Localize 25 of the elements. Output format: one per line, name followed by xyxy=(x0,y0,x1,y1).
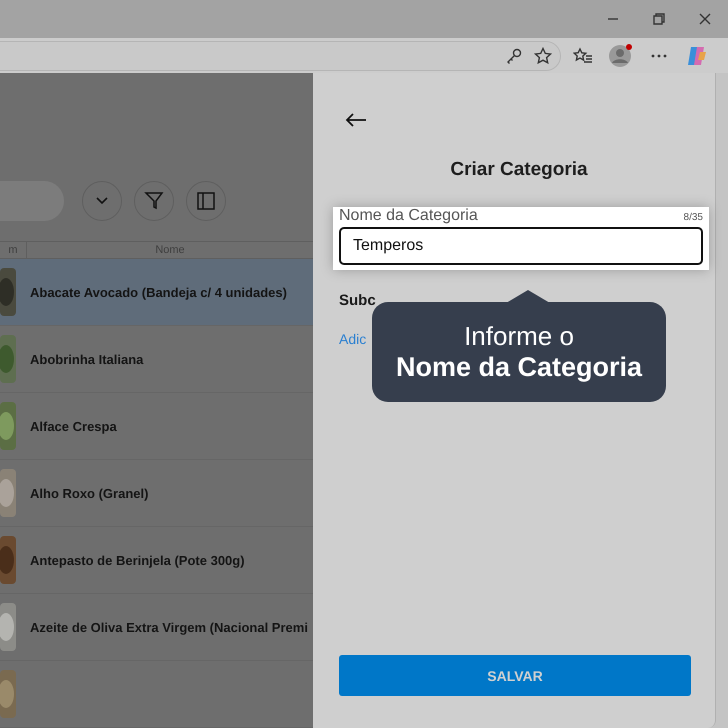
key-icon[interactable] xyxy=(506,48,522,64)
restore-icon xyxy=(653,13,665,25)
panel-title: Criar Categoria xyxy=(449,159,589,181)
save-button[interactable]: SALVAR xyxy=(339,655,691,696)
product-name: Antepasto de Berinjela (Pote 300g) xyxy=(30,552,245,568)
filter-icon xyxy=(144,190,164,211)
filter-button[interactable] xyxy=(134,180,174,221)
chevron-down-icon xyxy=(96,196,108,205)
star-icon[interactable] xyxy=(534,46,552,64)
table-row[interactable]: Abacate Avocado (Bandeja c/ 4 unidades) xyxy=(0,259,313,326)
character-counter: 8/35 xyxy=(684,212,703,223)
product-name: Abacate Avocado (Bandeja c/ 4 unidades) xyxy=(30,284,287,300)
tooltip-text: Informe o xyxy=(464,321,574,352)
section-label: Subc xyxy=(339,292,376,309)
add-link[interactable]: Adic xyxy=(339,331,366,347)
sidebar-toggle-button[interactable] xyxy=(186,180,226,221)
field-label: Nome da Categoria xyxy=(339,207,478,225)
close-icon xyxy=(699,13,711,25)
product-name: Abobrinha Italiana xyxy=(30,352,144,366)
product-name: Alface Crespa xyxy=(30,418,117,434)
tooltip-heading: Nome da Categoria xyxy=(396,352,642,383)
category-name-input[interactable]: Temperos xyxy=(339,227,703,265)
product-name: Azeite de Oliva Extra Virgem (Nacional Premi xyxy=(30,620,308,634)
product-name: Alho Roxo (Granel) xyxy=(30,486,148,500)
sidebar-icon xyxy=(196,190,216,211)
